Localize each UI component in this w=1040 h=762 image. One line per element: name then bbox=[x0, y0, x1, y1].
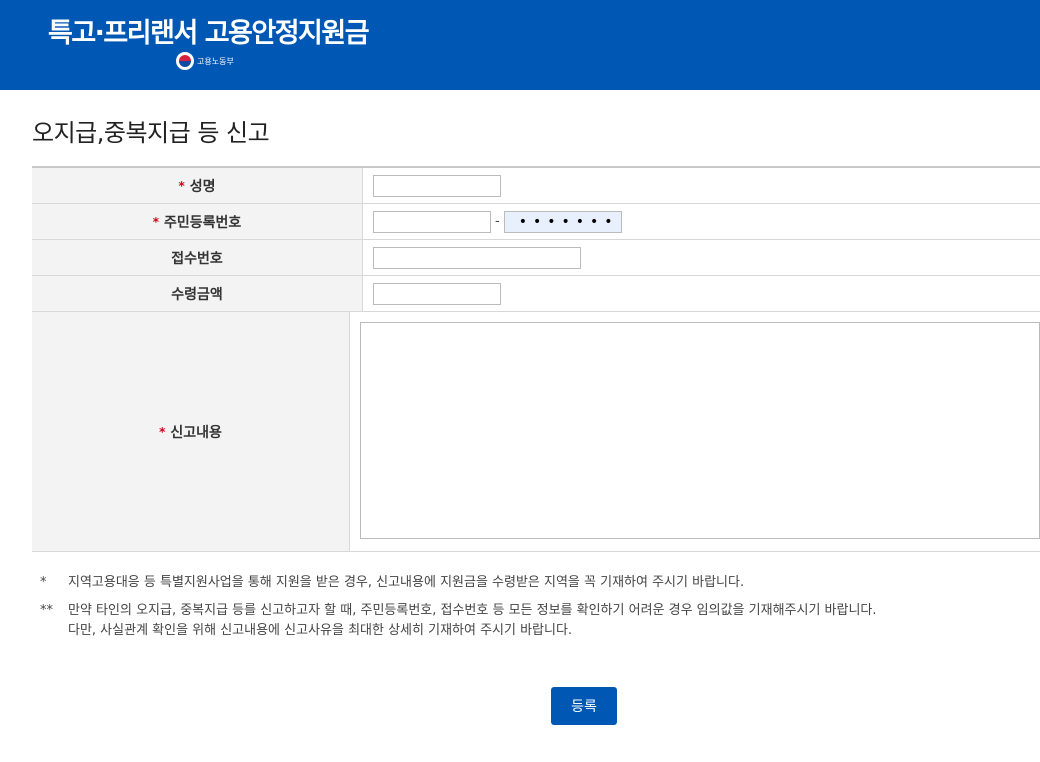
required-mark: * bbox=[178, 178, 185, 193]
required-mark: * bbox=[159, 424, 166, 439]
name-input[interactable] bbox=[373, 174, 501, 197]
label-receipt-number-text: 접수번호 bbox=[171, 250, 223, 267]
note-item: * 지역고용대응 등 특별지원사업을 통해 지원을 받은 경우, 신고내용에 지… bbox=[40, 573, 877, 593]
label-amount: 수령금액 bbox=[32, 276, 363, 311]
label-receipt-number: 접수번호 bbox=[32, 240, 363, 275]
label-name-text: 성명 bbox=[189, 178, 216, 195]
label-report-content-text: 신고내용 bbox=[170, 424, 222, 441]
report-form: * 성명 * 주민등록번호 - 접수번호 수령금액 bbox=[32, 166, 1040, 552]
label-resident-number-text: 주민등록번호 bbox=[164, 214, 242, 231]
receipt-number-input[interactable] bbox=[373, 246, 581, 269]
required-mark: * bbox=[152, 214, 159, 229]
label-resident-number: * 주민등록번호 bbox=[32, 204, 363, 239]
submit-button[interactable]: 등록 bbox=[551, 687, 617, 725]
note-text: 다만, 사실관계 확인을 위해 신고내용에 신고사유을 최대한 상세히 기재하여… bbox=[68, 623, 573, 638]
row-name: * 성명 bbox=[32, 168, 1040, 204]
brand-title[interactable]: 특고·프리랜서 고용안정지원금 bbox=[48, 14, 370, 54]
resident-number-back-input[interactable] bbox=[503, 210, 622, 233]
note-text: 만약 타인의 오지급, 중복지급 등를 신고하고자 할 때, 주민등록번호, 접… bbox=[68, 603, 877, 618]
ministry-logo: 고용노동부 bbox=[176, 52, 234, 70]
label-amount-text: 수령금액 bbox=[171, 286, 223, 303]
note-text: 지역고용대응 등 특별지원사업을 통해 지원을 받은 경우, 신고내용에 지원금… bbox=[68, 575, 745, 590]
resident-number-front-input[interactable] bbox=[373, 210, 491, 233]
row-receipt-number: 접수번호 bbox=[32, 240, 1040, 276]
row-report-content: * 신고내용 bbox=[32, 312, 1040, 552]
ministry-name: 고용노동부 bbox=[197, 56, 234, 66]
row-resident-number: * 주민등록번호 - bbox=[32, 204, 1040, 240]
note-mark: * bbox=[40, 575, 47, 590]
notes: * 지역고용대응 등 특별지원사업을 통해 지원을 받은 경우, 신고내용에 지… bbox=[40, 573, 877, 649]
site-header: 특고·프리랜서 고용안정지원금 고용노동부 bbox=[0, 0, 1040, 90]
government-emblem-icon bbox=[176, 52, 194, 70]
note-item: ** 만약 타인의 오지급, 중복지급 등를 신고하고자 할 때, 주민등록번호… bbox=[40, 601, 877, 641]
amount-input[interactable] bbox=[373, 282, 501, 305]
page-title: 오지급,중복지급 등 신고 bbox=[32, 119, 270, 147]
note-mark: ** bbox=[40, 603, 53, 618]
resident-number-dash: - bbox=[495, 214, 500, 229]
label-report-content: * 신고내용 bbox=[32, 312, 350, 551]
label-name: * 성명 bbox=[32, 168, 363, 203]
report-content-textarea[interactable] bbox=[360, 322, 1040, 539]
row-amount: 수령금액 bbox=[32, 276, 1040, 312]
